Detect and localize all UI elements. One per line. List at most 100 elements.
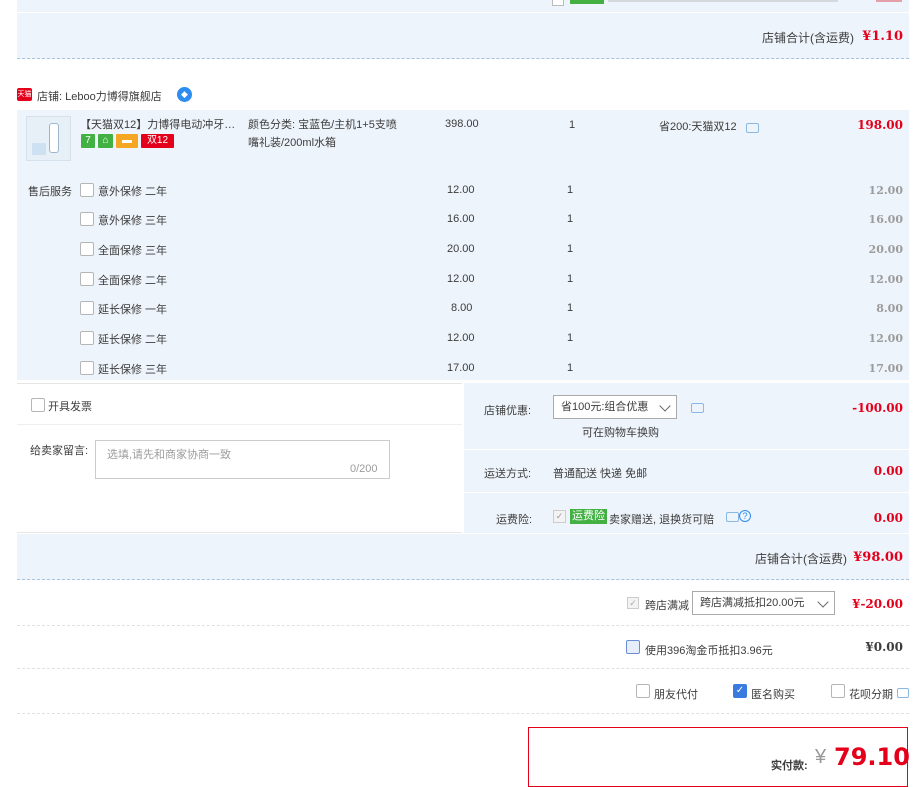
previous-shop-tag	[570, 0, 604, 4]
invoice-checkbox[interactable]	[31, 398, 45, 412]
shop-name[interactable]: 店铺: Leboo力博得旗舰店	[37, 88, 162, 104]
wangwang-chat-icon[interactable]: ◆	[177, 87, 192, 102]
message-label: 给卖家留言:	[30, 445, 89, 457]
shop-total-label: 店铺合计(含运费)	[755, 552, 847, 566]
sku-line-1: 颜色分类: 宝蓝色/主机1+5支喷	[248, 119, 397, 131]
after-sales-label: 售后服务	[28, 186, 72, 198]
service-qty: 1	[567, 302, 574, 314]
service-badge-icon: ⌂	[98, 134, 113, 148]
service-total: 16.00	[868, 213, 903, 226]
taojinbi-checkbox[interactable]	[626, 640, 640, 654]
service-price: 8.00	[451, 302, 473, 314]
huabei-info-icon[interactable]	[897, 688, 909, 698]
insurance-tag: 运费险	[570, 509, 607, 524]
cross-shop-checkbox[interactable]: ✓	[627, 597, 639, 609]
service-price: 12.00	[447, 332, 475, 344]
item-quantity: 1	[569, 119, 576, 131]
service-qty: 1	[567, 213, 574, 225]
service-price: 12.00	[447, 184, 475, 196]
insurance-text: 卖家赠送, 退换货可赔	[609, 514, 715, 526]
product-title[interactable]: 【天猫双12】力博得电动冲牙…	[80, 116, 240, 132]
previous-shop-total-label: 店铺合计(含运费)	[762, 31, 854, 45]
invoice-label: 开具发票	[48, 401, 92, 413]
service-checkbox[interactable]	[80, 361, 94, 375]
service-total: 17.00	[868, 362, 903, 375]
shipping-label: 运送方式:	[484, 468, 532, 480]
service-qty: 1	[567, 332, 574, 344]
divider	[17, 668, 909, 669]
service-total: 20.00	[868, 243, 903, 256]
shipping-value: 0.00	[873, 464, 903, 478]
divider	[17, 625, 909, 626]
help-icon[interactable]: ?	[739, 510, 751, 522]
previous-shop-total-row: 店铺合计(含运费) ¥1.10	[17, 13, 909, 59]
service-checkbox[interactable]	[80, 301, 94, 315]
shop-discount-selected: 省100元:组合优惠	[561, 401, 649, 413]
service-price: 12.00	[447, 273, 475, 285]
service-total: 12.00	[868, 332, 903, 345]
service-name: 意外保修 三年	[98, 215, 168, 227]
service-qty: 1	[567, 362, 574, 374]
service-checkbox[interactable]	[80, 331, 94, 345]
previous-shop-text	[608, 0, 838, 2]
shop-discount-select[interactable]: 省100元:组合优惠	[553, 395, 677, 419]
product-thumbnail[interactable]	[26, 116, 71, 161]
seven-day-return-badge: 7	[81, 134, 95, 148]
friend-pay-checkbox[interactable]	[636, 684, 650, 698]
sku-line-2: 嘴礼装/200ml水箱	[248, 137, 337, 149]
pay-amount: 79.10	[834, 743, 910, 771]
double12-badge: 双12	[141, 134, 174, 148]
promo-info-icon[interactable]	[746, 123, 759, 133]
anonymous-checkbox[interactable]: ✓	[733, 684, 747, 698]
cross-shop-select[interactable]: 跨店满减抵扣20.00元	[692, 591, 835, 615]
chevron-down-icon	[659, 400, 671, 412]
huabei-checkbox[interactable]	[831, 684, 845, 698]
insurance-chat-icon[interactable]	[726, 512, 739, 522]
previous-shop-value	[876, 0, 902, 2]
service-price: 16.00	[447, 213, 475, 225]
service-total: 12.00	[868, 184, 903, 197]
pay-currency: ¥	[815, 746, 827, 768]
message-placeholder: 选填,请先和商家协商一致	[107, 449, 232, 461]
shop-total-row: 店铺合计(含运费) ¥98.00	[17, 534, 909, 580]
tmall-badge-text: 天猫	[17, 91, 32, 98]
service-checkbox[interactable]	[80, 212, 94, 226]
shop-discount-note[interactable]: 可在购物车换购	[582, 424, 659, 440]
service-price: 17.00	[447, 362, 475, 374]
service-checkbox[interactable]	[80, 272, 94, 286]
huabei-label: 花呗分期	[849, 689, 893, 701]
anonymous-label: 匿名购买	[751, 689, 795, 701]
item-subtotal: 198.00	[857, 118, 903, 132]
taojinbi-label: 使用396淘金币抵扣3.96元	[645, 645, 773, 657]
insurance-label: 运费险:	[496, 514, 533, 526]
discount-chat-icon[interactable]	[691, 403, 704, 413]
service-total: 12.00	[868, 273, 903, 286]
shop-total-value: ¥98.00	[853, 550, 903, 565]
shipping-method: 普通配送 快递 免邮	[553, 468, 648, 480]
service-name: 延长保修 三年	[98, 364, 168, 376]
service-checkbox[interactable]	[80, 242, 94, 256]
taojinbi-value: ¥0.00	[865, 640, 903, 654]
service-total: 8.00	[876, 302, 903, 315]
card-badge-icon: ▬	[116, 134, 138, 148]
service-name: 延长保修 一年	[98, 304, 168, 316]
service-name: 意外保修 二年	[98, 186, 168, 198]
previous-shop-checkbox[interactable]	[552, 0, 564, 6]
message-char-count: 0/200	[350, 463, 378, 475]
cross-shop-selected: 跨店满减抵扣20.00元	[700, 597, 805, 609]
service-qty: 1	[567, 184, 574, 196]
pay-label: 实付款:	[771, 760, 808, 772]
cross-shop-value: ¥-20.00	[852, 597, 903, 611]
service-qty: 1	[567, 243, 574, 255]
insurance-checkbox[interactable]: ✓	[553, 510, 566, 523]
tmall-shop-icon: 天猫	[17, 88, 32, 101]
product-sku: 颜色分类: 宝蓝色/主机1+5支喷 嘴礼装/200ml水箱	[248, 116, 418, 152]
cross-shop-label: 跨店满减	[645, 600, 689, 612]
previous-shop-total-value: ¥1.10	[862, 29, 903, 44]
service-price: 20.00	[447, 243, 475, 255]
friend-pay-label: 朋友代付	[654, 689, 698, 701]
shop-discount-label: 店铺优惠:	[484, 405, 532, 417]
service-checkbox[interactable]	[80, 183, 94, 197]
unit-price: 398.00	[445, 118, 479, 130]
insurance-value: 0.00	[873, 511, 903, 525]
